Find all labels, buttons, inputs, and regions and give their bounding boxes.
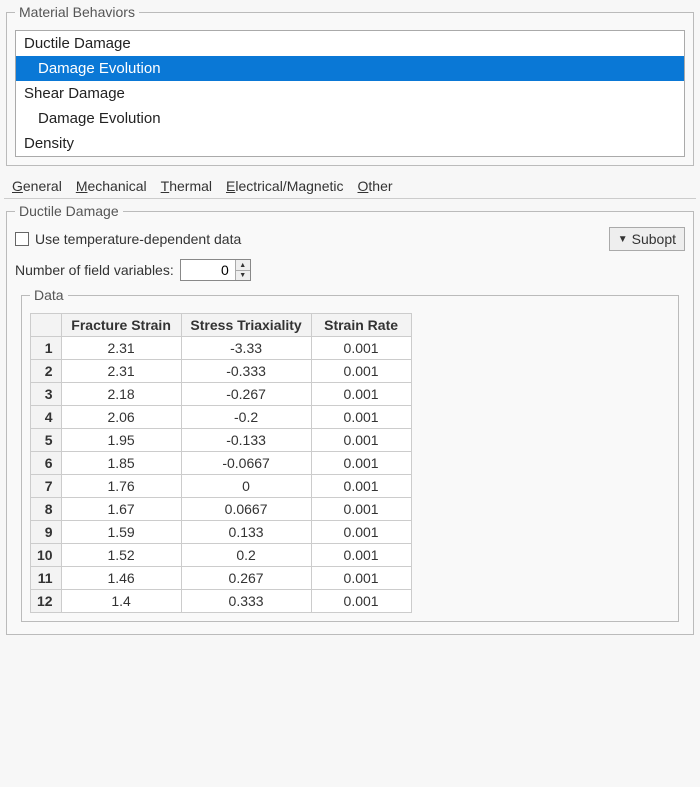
table-row: 61.85-0.06670.001 <box>31 452 412 475</box>
cell[interactable]: 1.76 <box>61 475 181 498</box>
subopt-button[interactable]: ▼ Subopt <box>609 227 685 251</box>
cell[interactable]: 2.18 <box>61 383 181 406</box>
cell[interactable]: 0.001 <box>311 544 411 567</box>
cell[interactable]: 1.59 <box>61 521 181 544</box>
ductile-damage-fieldset: Ductile Damage Use temperature-dependent… <box>6 203 694 635</box>
menu-tab-electrical-magnetic[interactable]: Electrical/Magnetic <box>226 178 344 194</box>
row-number: 4 <box>31 406 62 429</box>
table-row: 71.7600.001 <box>31 475 412 498</box>
row-number: 3 <box>31 383 62 406</box>
cell[interactable]: -0.2 <box>181 406 311 429</box>
data-fieldset: Data Fracture Strain Stress Triaxiality … <box>21 287 679 622</box>
table-row: 111.460.2670.001 <box>31 567 412 590</box>
row-number: 5 <box>31 429 62 452</box>
spinner-up-icon[interactable]: ▲ <box>236 260 250 270</box>
cell[interactable]: -0.267 <box>181 383 311 406</box>
cell[interactable]: 0 <box>181 475 311 498</box>
behaviors-item[interactable]: Density <box>16 131 684 156</box>
cell[interactable]: 2.31 <box>61 337 181 360</box>
menu-tabs: General Mechanical Thermal Electrical/Magne… <box>4 172 696 199</box>
cell[interactable]: 0.2 <box>181 544 311 567</box>
menu-tab-mechanical[interactable]: Mechanical <box>76 178 147 194</box>
cell[interactable]: 1.85 <box>61 452 181 475</box>
row-number: 10 <box>31 544 62 567</box>
num-field-vars-label: Number of field variables: <box>15 262 174 278</box>
row-number-header <box>31 314 62 337</box>
cell[interactable]: 1.4 <box>61 590 181 613</box>
num-field-vars-input[interactable] <box>181 260 235 280</box>
spinner-down-icon[interactable]: ▼ <box>236 270 250 280</box>
dropdown-triangle-icon: ▼ <box>618 234 628 245</box>
table-row: 32.18-0.2670.001 <box>31 383 412 406</box>
material-behaviors-legend: Material Behaviors <box>15 4 139 20</box>
cell[interactable]: 0.001 <box>311 498 411 521</box>
behaviors-item[interactable]: Ductile Damage <box>16 31 684 56</box>
col-fracture-strain[interactable]: Fracture Strain <box>61 314 181 337</box>
cell[interactable]: 0.001 <box>311 383 411 406</box>
row-number: 6 <box>31 452 62 475</box>
data-table: Fracture Strain Stress Triaxiality Strai… <box>30 313 412 613</box>
cell[interactable]: -0.133 <box>181 429 311 452</box>
menu-tab-general[interactable]: General <box>12 178 62 194</box>
menu-tab-other[interactable]: Other <box>358 178 393 194</box>
cell[interactable]: 0.001 <box>311 337 411 360</box>
table-row: 91.590.1330.001 <box>31 521 412 544</box>
row-number: 11 <box>31 567 62 590</box>
cell[interactable]: 1.46 <box>61 567 181 590</box>
behaviors-item[interactable]: Damage Evolution <box>16 106 684 131</box>
cell[interactable]: 0.001 <box>311 590 411 613</box>
row-number: 7 <box>31 475 62 498</box>
use-temp-checkbox[interactable] <box>15 232 29 246</box>
cell[interactable]: 0.001 <box>311 475 411 498</box>
cell[interactable]: -0.333 <box>181 360 311 383</box>
behaviors-item[interactable]: Shear Damage <box>16 81 684 106</box>
cell[interactable]: 1.67 <box>61 498 181 521</box>
cell[interactable]: 1.95 <box>61 429 181 452</box>
menu-tab-thermal[interactable]: Thermal <box>161 178 212 194</box>
table-row: 81.670.06670.001 <box>31 498 412 521</box>
cell[interactable]: 0.001 <box>311 429 411 452</box>
cell[interactable]: 0.333 <box>181 590 311 613</box>
cell[interactable]: 0.0667 <box>181 498 311 521</box>
cell[interactable]: 2.06 <box>61 406 181 429</box>
table-row: 121.40.3330.001 <box>31 590 412 613</box>
num-field-vars-spinner[interactable]: ▲ ▼ <box>180 259 251 281</box>
row-number: 8 <box>31 498 62 521</box>
cell[interactable]: 1.52 <box>61 544 181 567</box>
cell[interactable]: 0.001 <box>311 567 411 590</box>
cell[interactable]: -0.0667 <box>181 452 311 475</box>
subopt-label: Subopt <box>632 231 676 247</box>
use-temp-label: Use temperature-dependent data <box>35 231 241 247</box>
ductile-damage-legend: Ductile Damage <box>15 203 123 219</box>
table-row: 22.31-0.3330.001 <box>31 360 412 383</box>
cell[interactable]: 0.001 <box>311 521 411 544</box>
table-row: 12.31-3.330.001 <box>31 337 412 360</box>
cell[interactable]: 0.267 <box>181 567 311 590</box>
data-legend: Data <box>30 287 68 303</box>
cell[interactable]: -3.33 <box>181 337 311 360</box>
row-number: 12 <box>31 590 62 613</box>
col-stress-triaxiality[interactable]: Stress Triaxiality <box>181 314 311 337</box>
table-row: 101.520.20.001 <box>31 544 412 567</box>
behaviors-list: Ductile DamageDamage EvolutionShear Dama… <box>15 30 685 157</box>
cell[interactable]: 0.001 <box>311 406 411 429</box>
cell[interactable]: 2.31 <box>61 360 181 383</box>
cell[interactable]: 0.001 <box>311 360 411 383</box>
col-strain-rate[interactable]: Strain Rate <box>311 314 411 337</box>
row-number: 2 <box>31 360 62 383</box>
row-number: 1 <box>31 337 62 360</box>
cell[interactable]: 0.133 <box>181 521 311 544</box>
material-behaviors-fieldset: Material Behaviors Ductile DamageDamage … <box>6 4 694 166</box>
behaviors-item[interactable]: Damage Evolution <box>16 56 684 81</box>
table-row: 51.95-0.1330.001 <box>31 429 412 452</box>
table-row: 42.06-0.20.001 <box>31 406 412 429</box>
row-number: 9 <box>31 521 62 544</box>
cell[interactable]: 0.001 <box>311 452 411 475</box>
